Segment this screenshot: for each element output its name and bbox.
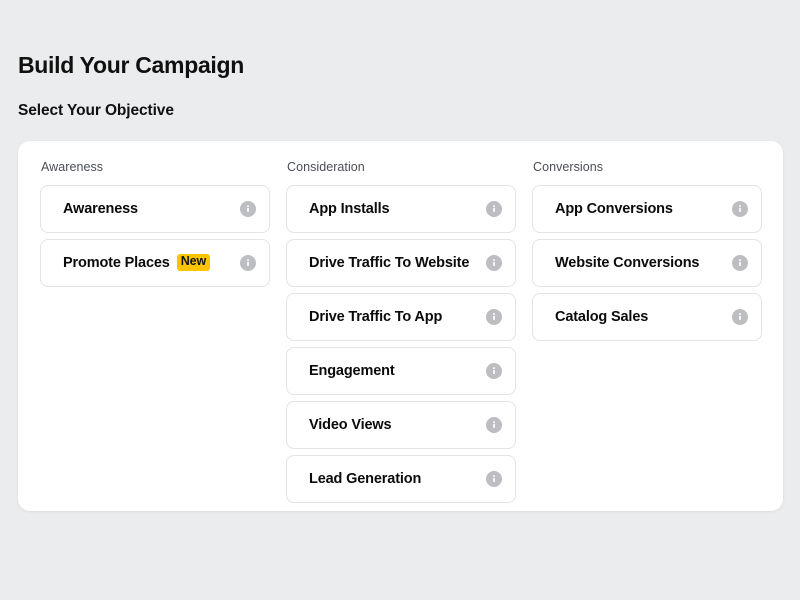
- objective-option-promote-places[interactable]: Promote Places New: [40, 238, 270, 287]
- objective-option-app-conversions[interactable]: App Conversions: [532, 184, 762, 233]
- option-label-wrap: Awareness: [63, 201, 240, 217]
- option-label-wrap: Promote Places New: [63, 254, 240, 271]
- objective-option-catalog-sales[interactable]: Catalog Sales: [532, 292, 762, 341]
- option-label: Drive Traffic To Website: [309, 254, 470, 271]
- objective-option-lead-generation[interactable]: Lead Generation: [286, 454, 516, 503]
- option-label-wrap: Drive Traffic To App: [309, 309, 486, 325]
- option-label-wrap: Video Views: [309, 417, 486, 433]
- option-label: Awareness: [63, 200, 138, 217]
- option-label-wrap: Catalog Sales: [555, 309, 732, 325]
- objective-option-drive-traffic-to-website[interactable]: Drive Traffic To Website: [286, 238, 516, 287]
- column-header: Consideration: [287, 160, 365, 174]
- objective-option-list: App Conversions Website Conversions Catalo…: [532, 184, 762, 341]
- objective-option-engagement[interactable]: Engagement: [286, 346, 516, 395]
- objective-option-awareness[interactable]: Awareness: [40, 184, 270, 233]
- option-label: App Installs: [309, 200, 390, 217]
- info-icon[interactable]: [486, 254, 502, 271]
- option-label: App Conversions: [555, 200, 673, 217]
- objective-selection-card: Awareness Awareness Promote Places New Consi…: [18, 141, 783, 511]
- objective-option-drive-traffic-to-app[interactable]: Drive Traffic To App: [286, 292, 516, 341]
- page-subtitle: Select Your Objective: [18, 102, 174, 119]
- option-label-wrap: Website Conversions: [555, 255, 732, 271]
- objective-option-app-installs[interactable]: App Installs: [286, 184, 516, 233]
- option-label: Lead Generation: [309, 470, 422, 487]
- info-icon[interactable]: [732, 200, 748, 217]
- info-icon[interactable]: [486, 470, 502, 487]
- info-icon[interactable]: [240, 200, 256, 217]
- info-icon[interactable]: [732, 254, 748, 271]
- new-badge: New: [176, 254, 211, 271]
- column-header: Conversions: [533, 160, 604, 174]
- info-icon[interactable]: [486, 362, 502, 379]
- objective-option-list: Awareness Promote Places New: [40, 184, 270, 287]
- option-label: Catalog Sales: [555, 308, 649, 325]
- info-icon[interactable]: [240, 254, 256, 271]
- objective-option-video-views[interactable]: Video Views: [286, 400, 516, 449]
- option-label: Website Conversions: [555, 254, 700, 271]
- objective-option-website-conversions[interactable]: Website Conversions: [532, 238, 762, 287]
- option-label: Drive Traffic To App: [309, 308, 443, 325]
- objective-column-consideration: Consideration App Installs Drive Traffic T…: [286, 160, 516, 503]
- info-icon[interactable]: [486, 416, 502, 433]
- objective-option-list: App Installs Drive Traffic To Website Driv…: [286, 184, 516, 503]
- info-icon[interactable]: [486, 308, 502, 325]
- option-label-wrap: App Conversions: [555, 201, 732, 217]
- option-label: Engagement: [309, 362, 395, 379]
- option-label-wrap: Lead Generation: [309, 471, 486, 487]
- campaign-builder-page: Build Your Campaign Select Your Objectiv…: [0, 0, 800, 600]
- option-label: Video Views: [309, 416, 392, 433]
- option-label: Promote Places: [63, 254, 170, 271]
- objective-column-conversions: Conversions App Conversions Website Conver…: [532, 161, 762, 491]
- column-header: Awareness: [41, 160, 104, 174]
- page-title: Build Your Campaign: [18, 52, 245, 78]
- option-label-wrap: Engagement: [309, 363, 486, 379]
- objective-column-awareness: Awareness Awareness Promote Places New: [40, 161, 270, 491]
- option-label-wrap: Drive Traffic To Website: [309, 255, 486, 271]
- info-icon[interactable]: [732, 308, 748, 325]
- option-label-wrap: App Installs: [309, 201, 486, 217]
- info-icon[interactable]: [486, 200, 502, 217]
